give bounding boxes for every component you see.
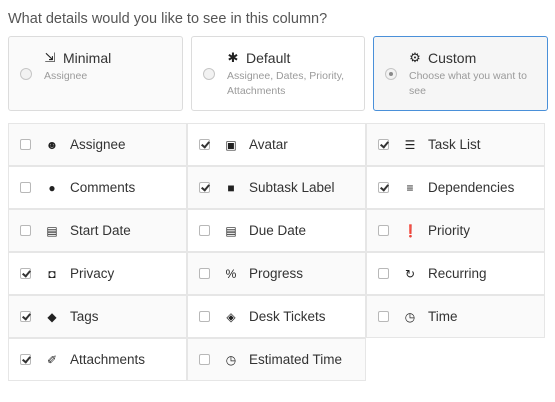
field-checkbox-time[interactable] [378, 311, 389, 322]
dependencies-icon: ≡ [406, 181, 414, 195]
field-label-desk-tickets: Desk Tickets [249, 309, 326, 324]
field-label-start-date: Start Date [70, 223, 131, 238]
field-label-attachments: Attachments [70, 352, 146, 367]
preset-custom-title: Custom [428, 50, 477, 66]
field-label-privacy: Privacy [70, 266, 115, 281]
percent-icon: % [225, 267, 237, 281]
lock-icon: ◘ [48, 267, 56, 281]
field-label-recurring: Recurring [428, 266, 487, 281]
calendar-icon: ▤ [46, 224, 58, 238]
field-label-progress: Progress [249, 266, 304, 281]
preset-default[interactable]: ✱ Default Assignee, Dates, Priority, Att… [191, 36, 365, 111]
field-checkbox-recurring[interactable] [378, 268, 389, 279]
clock-icon: ◷ [404, 310, 416, 324]
clock-icon: ◷ [225, 353, 237, 367]
field-label-tags: Tags [70, 309, 99, 324]
preset-minimal[interactable]: ⇲ Minimal Assignee [8, 36, 183, 111]
refresh-icon: ↻ [404, 267, 416, 281]
field-checkbox-desk-tickets[interactable] [199, 311, 210, 322]
field-checkbox-due-date[interactable] [199, 225, 210, 236]
field-option-estimated-time[interactable]: ◷ Estimated Time [187, 338, 366, 381]
column-details-question: What details would you like to see in th… [8, 11, 328, 27]
field-label-priority: Priority [428, 223, 471, 238]
field-checkbox-subtask-label[interactable] [199, 182, 210, 193]
square-icon: ■ [227, 181, 235, 195]
field-label-subtask-label: Subtask Label [249, 180, 335, 195]
field-checkbox-privacy[interactable] [20, 268, 31, 279]
paperclip-icon: ✐ [46, 353, 58, 367]
preset-default-radio[interactable] [203, 68, 215, 80]
field-option-desk-tickets[interactable]: ◈ Desk Tickets [187, 295, 366, 338]
preset-custom-radio[interactable] [385, 68, 397, 80]
field-option-task-list[interactable]: ☰ Task List [366, 123, 545, 166]
preset-custom[interactable]: ⚙ Custom Choose what you want to see [373, 36, 548, 111]
gear-icon: ⚙ [409, 50, 421, 65]
field-checkbox-start-date[interactable] [20, 225, 31, 236]
preset-custom-description: Choose what you want to see [409, 70, 527, 97]
ticket-icon: ◈ [226, 310, 236, 324]
field-option-comments[interactable]: ● Comments [8, 166, 187, 209]
field-option-dependencies[interactable]: ≡ Dependencies [366, 166, 545, 209]
tag-icon: ◆ [47, 310, 57, 324]
asterisk-icon: ✱ [227, 50, 239, 65]
field-checkbox-assignee[interactable] [20, 139, 31, 150]
field-checkbox-comments[interactable] [20, 182, 31, 193]
field-label-estimated-time: Estimated Time [249, 352, 343, 367]
preset-default-title: Default [246, 50, 291, 66]
field-checkbox-avatar[interactable] [199, 139, 210, 150]
preset-minimal-radio[interactable] [20, 68, 32, 80]
field-option-priority[interactable]: ❗ Priority [366, 209, 545, 252]
field-label-due-date: Due Date [249, 223, 307, 238]
calendar-icon: ▤ [225, 224, 237, 238]
compress-arrows-icon: ⇲ [44, 50, 56, 65]
preset-options: ⇲ Minimal Assignee ✱ Default Assignee, D… [8, 36, 548, 113]
field-checkbox-tags[interactable] [20, 311, 31, 322]
field-option-assignee[interactable]: ☻ Assignee [8, 123, 187, 166]
field-option-progress[interactable]: % Progress [187, 252, 366, 295]
field-label-comments: Comments [70, 180, 136, 195]
field-option-recurring[interactable]: ↻ Recurring [366, 252, 545, 295]
field-checkbox-attachments[interactable] [20, 354, 31, 365]
user-icon: ☻ [45, 138, 59, 152]
field-option-tags[interactable]: ◆ Tags [8, 295, 187, 338]
list-icon: ☰ [404, 138, 416, 152]
preset-minimal-title: Minimal [63, 50, 112, 66]
field-label-task-list: Task List [428, 137, 481, 152]
field-option-attachments[interactable]: ✐ Attachments [8, 338, 187, 381]
field-label-dependencies: Dependencies [428, 180, 515, 195]
preset-minimal-description: Assignee [44, 70, 88, 82]
field-option-time[interactable]: ◷ Time [366, 295, 545, 338]
field-option-avatar[interactable]: ▣ Avatar [187, 123, 366, 166]
field-label-avatar: Avatar [249, 137, 288, 152]
field-checkbox-priority[interactable] [378, 225, 389, 236]
field-option-subtask-label[interactable]: ■ Subtask Label [187, 166, 366, 209]
field-checkbox-dependencies[interactable] [378, 182, 389, 193]
preset-default-description: Assignee, Dates, Priority, Attachments [227, 70, 345, 97]
field-checkbox-progress[interactable] [199, 268, 210, 279]
field-label-assignee: Assignee [70, 137, 126, 152]
field-label-time: Time [428, 309, 458, 324]
exclamation-circle-icon: ❗ [403, 224, 418, 238]
camera-icon: ▣ [225, 138, 237, 152]
comment-icon: ● [48, 181, 56, 195]
field-option-start-date[interactable]: ▤ Start Date [8, 209, 187, 252]
field-option-privacy[interactable]: ◘ Privacy [8, 252, 187, 295]
field-checkbox-task-list[interactable] [378, 139, 389, 150]
field-option-due-date[interactable]: ▤ Due Date [187, 209, 366, 252]
field-checkbox-estimated-time[interactable] [199, 354, 210, 365]
